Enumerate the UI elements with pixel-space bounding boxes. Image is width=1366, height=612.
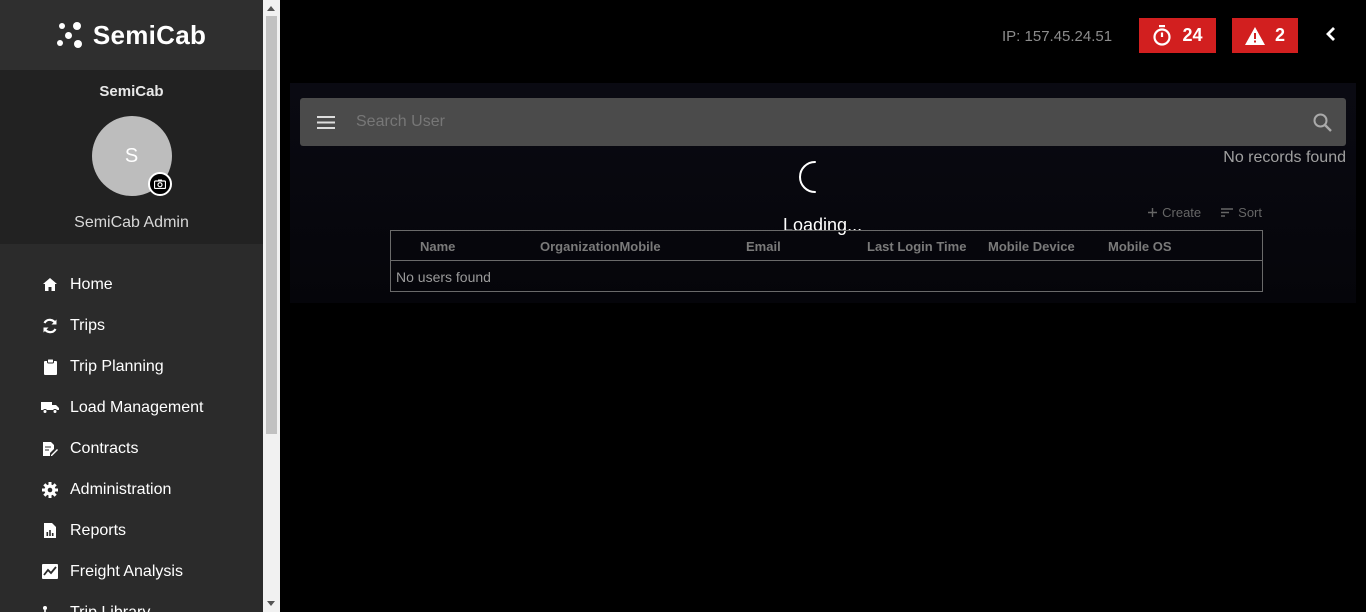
scroll-up-icon[interactable] xyxy=(267,6,275,11)
avatar[interactable]: S xyxy=(91,116,172,196)
search-bar xyxy=(300,98,1346,146)
create-button[interactable]: Create xyxy=(1148,205,1201,220)
stopwatch-icon xyxy=(1153,25,1172,46)
empty-table-message: No users found xyxy=(396,269,491,285)
chart-icon xyxy=(41,563,59,581)
menu-icon[interactable] xyxy=(300,98,352,146)
user-name: SemiCab Admin xyxy=(74,214,189,231)
timer-badge[interactable]: 24 xyxy=(1139,18,1216,53)
no-records-text: No records found xyxy=(1223,149,1346,166)
refresh-icon xyxy=(41,317,59,335)
column-header-last-login-time[interactable]: Last Login Time xyxy=(867,239,966,254)
sidebar-item-label: Administration xyxy=(70,480,172,498)
sidebar-item-label: Trips xyxy=(70,316,105,334)
sidebar-item-trip-library[interactable]: Trip Library xyxy=(0,592,263,612)
brand[interactable]: SemiCab xyxy=(0,0,263,70)
org-name: SemiCab xyxy=(99,83,164,100)
clipboard-icon xyxy=(41,358,59,376)
sidebar-item-contracts[interactable]: Contracts xyxy=(0,428,263,469)
sort-button[interactable]: Sort xyxy=(1221,205,1262,220)
sidebar-item-load-management[interactable]: Load Management xyxy=(0,387,263,428)
sidebar-item-label: Contracts xyxy=(70,439,139,457)
semicab-logo-icon xyxy=(56,22,83,48)
sort-label: Sort xyxy=(1238,205,1262,220)
avatar-initial: S xyxy=(124,144,139,167)
collapse-button[interactable] xyxy=(1320,22,1342,46)
contract-icon xyxy=(41,440,59,458)
scroll-down-icon[interactable] xyxy=(267,601,275,606)
plus-icon xyxy=(1148,208,1158,217)
create-label: Create xyxy=(1162,205,1202,220)
sort-icon xyxy=(1221,208,1234,217)
table-header: Name OrganizationMobile Email Last Login… xyxy=(391,231,1262,261)
sidebar-item-administration[interactable]: Administration xyxy=(0,469,263,510)
warning-icon xyxy=(1244,26,1265,45)
scroll-thumb[interactable] xyxy=(266,16,277,434)
column-header-mobile-os[interactable]: Mobile OS xyxy=(1108,239,1172,254)
ip-address: IP: 157.45.24.51 xyxy=(1002,28,1113,45)
column-header-name[interactable]: Name xyxy=(420,239,455,254)
sidebar-item-freight-analysis[interactable]: Freight Analysis xyxy=(0,551,263,592)
route-icon xyxy=(41,604,59,612)
alert-badge[interactable]: 2 xyxy=(1232,18,1298,53)
sidebar-scrollbar[interactable] xyxy=(263,0,280,612)
users-panel: No records found Loading... Create Sort … xyxy=(290,83,1356,303)
users-table: Name OrganizationMobile Email Last Login… xyxy=(390,230,1263,292)
loading-spinner-icon xyxy=(799,161,816,193)
sidebar-item-label: Home xyxy=(70,275,113,293)
home-icon xyxy=(41,276,59,294)
truck-icon xyxy=(41,399,59,417)
alert-count: 2 xyxy=(1274,25,1285,45)
column-header-organization-mobile[interactable]: OrganizationMobile xyxy=(540,239,661,254)
profile-card: SemiCab S SemiCab Admin xyxy=(0,70,263,244)
top-header: IP: 157.45.24.51 24 2 xyxy=(280,0,1366,72)
brand-name: SemiCab xyxy=(92,19,207,50)
report-icon xyxy=(41,522,59,540)
sidebar-item-trip-planning[interactable]: Trip Planning xyxy=(0,346,263,387)
sidebar-item-label: Freight Analysis xyxy=(70,562,183,580)
sidebar-item-trips[interactable]: Trips xyxy=(0,305,263,346)
chevron-left-icon xyxy=(1326,27,1335,41)
sidebar-item-label: Trip Planning xyxy=(70,357,164,375)
sidebar: SemiCab SemiCab S SemiCab Admin Home Tri… xyxy=(0,0,263,612)
search-icon[interactable] xyxy=(1298,98,1346,146)
camera-icon[interactable] xyxy=(147,172,172,196)
nav-menu: Home Trips Trip Planning Load Management… xyxy=(0,244,263,612)
sidebar-item-home[interactable]: Home xyxy=(0,264,263,305)
table-actions: Create Sort xyxy=(1148,205,1262,220)
gear-icon xyxy=(41,481,59,499)
sidebar-item-label: Load Management xyxy=(70,398,204,416)
search-input[interactable] xyxy=(352,98,1298,146)
sidebar-item-label: Trip Library xyxy=(70,603,151,612)
column-header-email[interactable]: Email xyxy=(746,239,781,254)
sidebar-item-label: Reports xyxy=(70,521,127,539)
timer-count: 24 xyxy=(1182,25,1203,45)
column-header-mobile-device[interactable]: Mobile Device xyxy=(988,239,1075,254)
sidebar-item-reports[interactable]: Reports xyxy=(0,510,263,551)
